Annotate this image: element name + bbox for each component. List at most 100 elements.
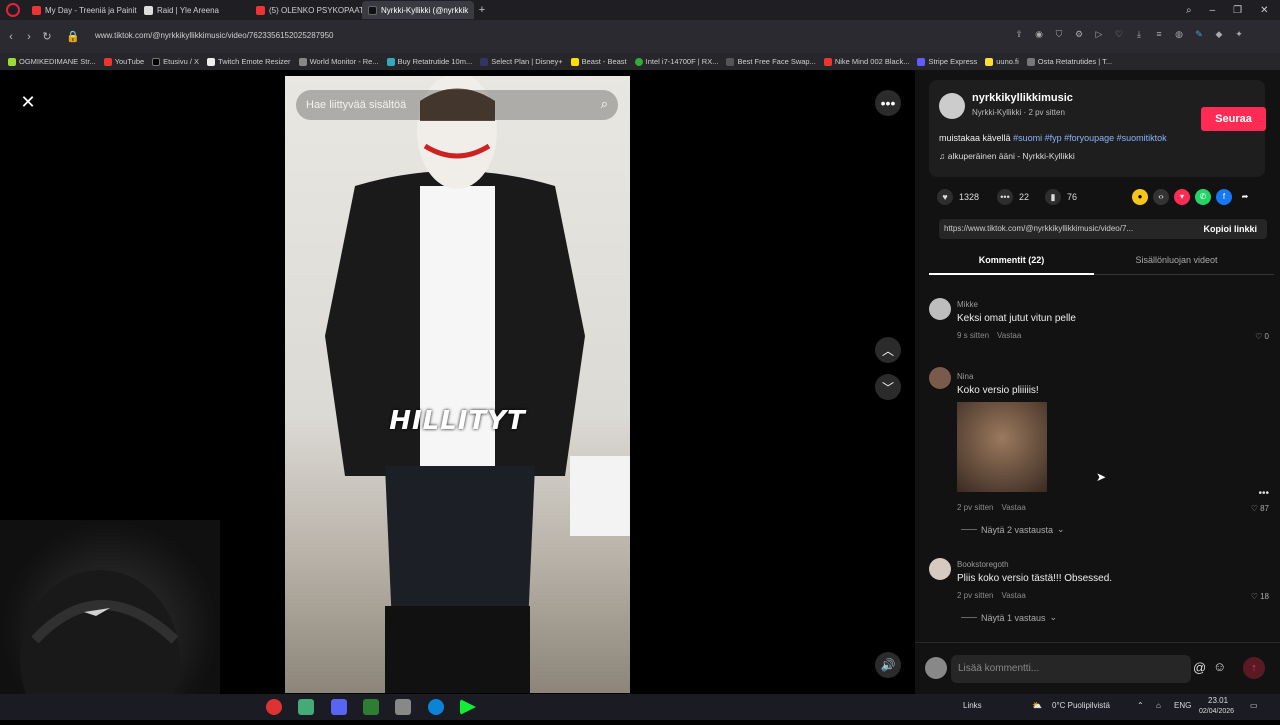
browser-tab[interactable]: My Day - Treeniä ja Painit xyxy=(26,1,138,19)
video-player[interactable]: Hae liittyvää sisältöä ⌕ HILLITYT xyxy=(285,76,630,693)
save-stat[interactable]: ▮ 76 xyxy=(1045,189,1077,205)
next-video-icon[interactable]: ﹀ xyxy=(875,374,901,400)
reply-button[interactable]: Vastaa xyxy=(997,331,1021,340)
volume-icon[interactable]: 🔊 xyxy=(875,652,901,678)
clock-time[interactable]: 23.01 xyxy=(1208,696,1228,705)
bookmark[interactable]: Stripe Express xyxy=(917,57,977,66)
show-replies[interactable]: Näytä 2 vastausta ⌄ xyxy=(961,524,1065,535)
back-icon[interactable]: ‹ xyxy=(2,31,20,43)
emoji-icon[interactable]: ☺ xyxy=(1213,659,1226,674)
whatsapp-icon[interactable]: ✆ xyxy=(1195,189,1211,205)
send-comment-button[interactable]: ↑ xyxy=(1243,657,1265,679)
caption-hashtags[interactable]: #suomi #fyp #foryoupage #suomitiktok xyxy=(1013,133,1167,143)
opera-icon[interactable] xyxy=(266,699,282,715)
related-search-input[interactable]: Hae liittyvää sisältöä ⌕ xyxy=(296,90,618,120)
show-replies[interactable]: Näytä 1 vastaus ⌄ xyxy=(961,612,1057,623)
bookmark[interactable]: Twitch Emote Resizer xyxy=(207,57,291,66)
browser-tab[interactable]: Raid | Yle Areena xyxy=(138,1,250,19)
camera-icon[interactable]: ◉ xyxy=(1032,29,1046,40)
avatar[interactable] xyxy=(929,298,951,320)
close-window-icon[interactable]: ✕ xyxy=(1260,5,1268,16)
reply-button[interactable]: Vastaa xyxy=(1001,503,1025,512)
close-icon[interactable]: ✕ xyxy=(18,92,38,112)
copy-link-button[interactable]: Kopioi linkki xyxy=(1203,224,1257,234)
bookmark[interactable]: Nike Mind 002 Black... xyxy=(823,57,909,66)
opera-logo-icon[interactable] xyxy=(6,3,20,17)
new-tab-icon[interactable]: + xyxy=(474,4,490,16)
download-icon[interactable]: ⤓ xyxy=(1132,29,1146,40)
browser-tab[interactable]: (5) OLENKO PSYKOPAATTI xyxy=(250,1,362,19)
share-arrow-icon[interactable]: ➦ xyxy=(1237,189,1253,205)
weather-label[interactable]: 0°C Puolipilvistä xyxy=(1052,701,1110,710)
tab-comments[interactable]: Kommentit (22) xyxy=(929,255,1094,275)
comment-like[interactable]: ♡ 87 xyxy=(1251,504,1269,513)
sound-row[interactable]: ♫ alkuperäinen ääni - Nyrkki-Kyllikki xyxy=(939,151,1075,161)
tray-chevron-icon[interactable]: ⌃ xyxy=(1137,701,1144,710)
profile-icon[interactable]: ◍ xyxy=(1172,29,1186,40)
comment-username[interactable]: Mikke xyxy=(957,300,978,309)
extension-icon[interactable]: ⚙ xyxy=(1072,29,1086,40)
play-icon[interactable]: ▷ xyxy=(1092,29,1106,40)
more-options-icon[interactable]: ••• xyxy=(875,90,901,116)
bookmark[interactable]: World Monitor - Re... xyxy=(298,57,379,66)
links-toolbar[interactable]: Links xyxy=(963,701,982,710)
cube-icon[interactable]: ◆ xyxy=(1212,29,1226,40)
heart-icon[interactable]: ♡ xyxy=(1112,29,1126,40)
share-page-icon[interactable]: ⇪ xyxy=(1012,29,1026,40)
coin-share-icon[interactable]: ● xyxy=(1132,189,1148,205)
extension-icon[interactable]: ✎ xyxy=(1192,29,1206,40)
bookmark[interactable]: Intel i7-14700F | RX... xyxy=(634,57,718,66)
play-app-icon[interactable] xyxy=(460,699,476,715)
mention-icon[interactable]: @ xyxy=(1193,660,1206,675)
comment-like[interactable]: ♡ 18 xyxy=(1251,592,1269,601)
url-field[interactable]: www.tiktok.com/@nyrkkikyllikkimusic/vide… xyxy=(95,31,333,40)
comment-username[interactable]: Bookstoregoth xyxy=(957,560,1009,569)
search-icon[interactable]: ⌕ xyxy=(601,96,608,112)
edge-icon[interactable] xyxy=(428,699,444,715)
forward-icon[interactable]: › xyxy=(20,31,38,43)
avatar[interactable] xyxy=(929,367,951,389)
comment-input[interactable]: Lisää kommentti... xyxy=(951,655,1191,683)
send-icon[interactable]: ▾ xyxy=(1174,189,1190,205)
video-link[interactable]: https://www.tiktok.com/@nyrkkikyllikkimu… xyxy=(944,224,1133,233)
minimize-icon[interactable]: – xyxy=(1210,5,1216,16)
bookmark[interactable]: Osta Retatrutides | T... xyxy=(1026,57,1112,66)
author-username[interactable]: nyrkkikyllikkimusic xyxy=(972,92,1073,104)
discord-icon[interactable] xyxy=(331,699,347,715)
language-indicator[interactable]: ENG xyxy=(1174,701,1191,710)
search-tabs-icon[interactable]: ⌕ xyxy=(1186,5,1192,16)
embed-icon[interactable]: ‹› xyxy=(1153,189,1169,205)
browser-tab-active[interactable]: Nyrkki-Kyllikki (@nyrkkik xyxy=(362,1,474,19)
menu-icon[interactable]: ≡ xyxy=(1152,29,1166,40)
shield-icon[interactable]: ⛉ xyxy=(1052,29,1066,40)
reload-icon[interactable]: ↻ xyxy=(38,30,56,43)
app-icon[interactable] xyxy=(363,699,379,715)
like-stat[interactable]: ♥ 1328 xyxy=(937,189,979,205)
follow-button[interactable]: Seuraa xyxy=(1201,107,1266,131)
comment-username[interactable]: Nina xyxy=(957,372,973,381)
bookmark[interactable]: Etusivu / X xyxy=(152,57,199,66)
maximize-icon[interactable]: ❐ xyxy=(1233,5,1242,16)
bookmark[interactable]: OGMIKEDIMANE Str... xyxy=(8,57,96,66)
avatar[interactable] xyxy=(929,558,951,580)
tab-creator-videos[interactable]: Sisällönluojan videot xyxy=(1094,255,1259,265)
shield-app-icon[interactable] xyxy=(395,699,411,715)
comment-image[interactable] xyxy=(957,402,1047,492)
more-icon[interactable]: ••• xyxy=(1258,488,1269,499)
previous-video-icon[interactable]: ︿ xyxy=(875,337,901,363)
bookmark[interactable]: uuno.fi xyxy=(985,57,1019,66)
reply-button[interactable]: Vastaa xyxy=(1001,591,1025,600)
bookmark[interactable]: Best Free Face Swap... xyxy=(726,57,816,66)
notification-icon[interactable]: ▭ xyxy=(1250,701,1258,710)
author-avatar[interactable] xyxy=(939,93,965,119)
facebook-icon[interactable]: f xyxy=(1216,189,1232,205)
bookmark[interactable]: Select Plan | Disney+ xyxy=(480,57,563,66)
comment-stat[interactable]: ••• 22 xyxy=(997,189,1029,205)
clock-date[interactable]: 02/04/2026 xyxy=(1199,708,1234,715)
ai-icon[interactable]: ✦ xyxy=(1232,29,1246,40)
bookmark[interactable]: YouTube xyxy=(103,57,144,66)
network-icon[interactable]: ⌂ xyxy=(1156,701,1161,710)
bookmark[interactable]: Buy Retatrutide 10m... xyxy=(386,57,472,66)
bookmark[interactable]: Beast - Beast xyxy=(570,57,627,66)
copilot-icon[interactable] xyxy=(298,699,314,715)
